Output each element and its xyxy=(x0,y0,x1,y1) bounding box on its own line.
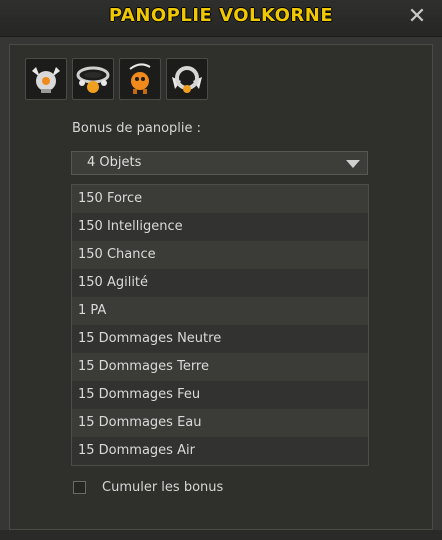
bonus-row: 15 Dommages Terre xyxy=(72,353,368,381)
amulet-belt-icon xyxy=(76,66,110,93)
set-window: PANOPLIE VOLKORNE ✕ Bonus de panoplie: … xyxy=(0,0,442,540)
item-slot-helmet[interactable] xyxy=(25,58,67,100)
cumul-label[interactable]: Cumuler les bonus xyxy=(102,480,223,495)
winged-helmet-icon xyxy=(32,67,60,93)
close-icon[interactable]: ✕ xyxy=(406,6,428,28)
bonus-list[interactable]: 150 Force 150 Intelligence 150 Chance 15… xyxy=(71,184,369,466)
window-title: PANOPLIE VOLKORNE xyxy=(108,5,334,26)
bonus-row: 15 Dommages Neutre xyxy=(72,325,368,353)
chevron-down-icon xyxy=(346,160,360,168)
set-items xyxy=(25,58,208,102)
bonus-row: 15 Dommages Feu xyxy=(72,381,368,409)
bonus-label: Bonus de panoplie : xyxy=(72,121,202,136)
item-slot-ring[interactable] xyxy=(166,58,208,100)
title-bar: PANOPLIE VOLKORNE ✕ xyxy=(0,0,442,37)
cumul-option: Cumuler les bonus xyxy=(73,478,223,496)
bonus-row: 1 PA xyxy=(72,297,368,325)
orange-pet-icon xyxy=(129,63,151,94)
bonus-row: 150 Force xyxy=(72,185,368,213)
bonus-row: 150 Agilité xyxy=(72,269,368,297)
item-slot-pet[interactable] xyxy=(119,58,161,100)
bonus-row: 150 Intelligence xyxy=(72,213,368,241)
item-slot-amulet[interactable] xyxy=(72,58,114,100)
winged-ring-icon xyxy=(172,66,202,93)
bonus-count-value: 4 Objets xyxy=(87,155,142,170)
bonus-count-select[interactable]: 4 Objets xyxy=(71,151,368,175)
bonus-row: 15 Dommages Eau xyxy=(72,409,368,437)
cumul-checkbox[interactable] xyxy=(73,480,86,494)
footer-strip xyxy=(0,530,442,540)
bonus-row: 150 Chance xyxy=(72,241,368,269)
bonus-row: 15 Dommages Air xyxy=(72,437,368,465)
